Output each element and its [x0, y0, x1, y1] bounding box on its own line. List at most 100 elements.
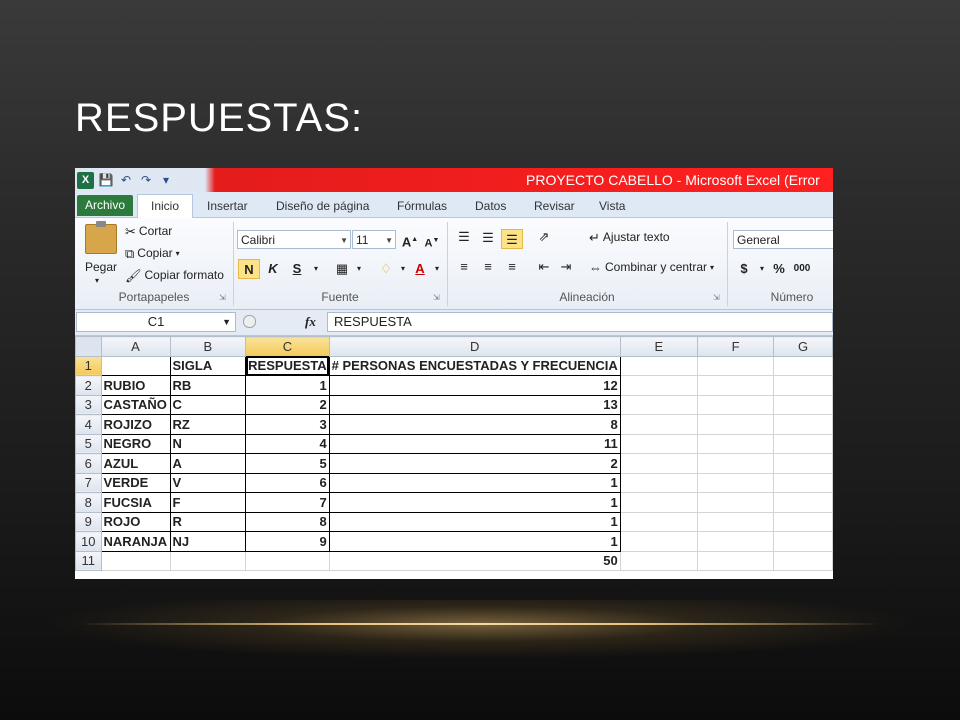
shrink-font-button[interactable]: A▼: [421, 231, 443, 251]
cell-f[interactable]: [696, 472, 775, 493]
customize-qat-icon[interactable]: ▾: [158, 172, 174, 188]
column-header-f[interactable]: F: [696, 336, 775, 357]
cell-g[interactable]: [773, 394, 833, 415]
clipboard-launcher-icon[interactable]: ⇲: [219, 293, 226, 302]
align-bottom-icon[interactable]: ☰: [501, 229, 523, 249]
number-format-select[interactable]: General: [733, 230, 833, 249]
tab-revisar[interactable]: Revisar: [534, 196, 575, 216]
cell-e[interactable]: [619, 394, 698, 415]
cell-a[interactable]: AZUL: [100, 453, 171, 474]
cell-d[interactable]: 8: [328, 414, 621, 435]
cell-b[interactable]: [169, 550, 247, 571]
paste-button[interactable]: Pegar: [85, 260, 117, 274]
cell-e[interactable]: [619, 433, 698, 454]
cell-g[interactable]: [773, 433, 833, 454]
cell-f[interactable]: [696, 355, 775, 376]
bold-button[interactable]: N: [238, 259, 260, 279]
tab-archivo[interactable]: Archivo: [77, 195, 133, 216]
row-header[interactable]: 1: [75, 355, 102, 376]
cell-g[interactable]: [773, 550, 833, 571]
formula-bar-splitter-icon[interactable]: [243, 315, 256, 328]
cell-a[interactable]: ROJO: [100, 511, 171, 532]
align-center-icon[interactable]: ≡: [477, 257, 499, 277]
cell-c[interactable]: 1: [245, 375, 330, 396]
wrap-text-button[interactable]: ↵ Ajustar texto: [589, 230, 670, 244]
cell-e[interactable]: [619, 453, 698, 474]
formula-input[interactable]: RESPUESTA: [327, 312, 833, 332]
row-header[interactable]: 9: [75, 511, 102, 532]
cell-c[interactable]: 4: [245, 433, 330, 454]
undo-icon[interactable]: ↶: [118, 172, 134, 188]
cell-b[interactable]: F: [169, 492, 247, 513]
cell-f[interactable]: [696, 511, 775, 532]
cell-e[interactable]: [619, 531, 698, 552]
name-box[interactable]: C1 ▼: [76, 312, 236, 332]
cell-e[interactable]: [619, 375, 698, 396]
font-launcher-icon[interactable]: ⇲: [433, 293, 440, 302]
excel-logo-icon[interactable]: X: [77, 171, 94, 189]
cell-c[interactable]: 8: [245, 511, 330, 532]
cell-f[interactable]: [696, 453, 775, 474]
cell-b[interactable]: V: [169, 472, 247, 493]
align-right-icon[interactable]: ≡: [501, 257, 523, 277]
thousands-button[interactable]: 000: [791, 259, 813, 279]
cell-a[interactable]: CASTAÑO: [100, 394, 171, 415]
row-header[interactable]: 2: [75, 375, 102, 396]
cell-f[interactable]: [696, 550, 775, 571]
cell-b[interactable]: C: [169, 394, 247, 415]
cell-g[interactable]: [773, 453, 833, 474]
column-header-b[interactable]: B: [169, 336, 247, 357]
cell-e[interactable]: [619, 472, 698, 493]
cell-a[interactable]: [100, 550, 171, 571]
orientation-icon[interactable]: ⇗: [533, 227, 555, 247]
cell-c[interactable]: 6: [245, 472, 330, 493]
cell-a[interactable]: NEGRO: [100, 433, 171, 454]
cell-e[interactable]: [619, 550, 698, 571]
cell-b[interactable]: A: [169, 453, 247, 474]
align-left-icon[interactable]: ≡: [453, 257, 475, 277]
cell-g[interactable]: [773, 355, 833, 376]
cell-f[interactable]: [696, 375, 775, 396]
cell-g[interactable]: [773, 472, 833, 493]
row-header[interactable]: 7: [75, 472, 102, 493]
cell-a[interactable]: ROJIZO: [100, 414, 171, 435]
redo-icon[interactable]: ↷: [138, 172, 154, 188]
column-header-g[interactable]: G: [773, 336, 833, 357]
cell-g[interactable]: [773, 492, 833, 513]
borders-dropdown-icon[interactable]: ▾: [348, 259, 370, 279]
tab-formulas[interactable]: Fórmulas: [397, 196, 447, 216]
cell-b[interactable]: SIGLA: [169, 355, 247, 376]
row-header[interactable]: 10: [75, 531, 102, 552]
select-all-corner[interactable]: [75, 336, 102, 357]
align-top-icon[interactable]: ☰: [453, 227, 475, 247]
font-name-select[interactable]: Calibri ▼: [237, 230, 351, 249]
column-header-d[interactable]: D: [328, 336, 621, 357]
grow-font-button[interactable]: A▲: [399, 230, 421, 250]
font-size-select[interactable]: 11 ▼: [352, 230, 396, 249]
cell-b[interactable]: R: [169, 511, 247, 532]
percent-button[interactable]: %: [768, 259, 790, 279]
underline-dropdown-icon[interactable]: ▾: [305, 259, 327, 279]
cell-a[interactable]: NARANJA: [100, 531, 171, 552]
cell-f[interactable]: [696, 531, 775, 552]
cell-d[interactable]: 13: [328, 394, 621, 415]
cell-e[interactable]: [619, 414, 698, 435]
cell-b[interactable]: NJ: [169, 531, 247, 552]
save-icon[interactable]: 💾: [98, 172, 114, 188]
cell-g[interactable]: [773, 531, 833, 552]
column-header-e[interactable]: E: [619, 336, 698, 357]
tab-inicio[interactable]: Inicio: [137, 194, 193, 218]
cell-e[interactable]: [619, 355, 698, 376]
merge-center-button[interactable]: ⇔ Combinar y centrar ▾: [589, 260, 714, 274]
cell-d[interactable]: 1: [328, 531, 621, 552]
cell-d[interactable]: 11: [328, 433, 621, 454]
cell-d[interactable]: 12: [328, 375, 621, 396]
row-header[interactable]: 8: [75, 492, 102, 513]
tab-insertar[interactable]: Insertar: [207, 196, 248, 216]
cell-d[interactable]: # PERSONAS ENCUESTADAS Y FRECUENCIA: [328, 355, 621, 376]
cell-d[interactable]: 1: [328, 472, 621, 493]
cell-a[interactable]: VERDE: [100, 472, 171, 493]
row-header[interactable]: 6: [75, 453, 102, 474]
cell-d[interactable]: 1: [328, 511, 621, 532]
column-header-a[interactable]: A: [100, 336, 171, 357]
